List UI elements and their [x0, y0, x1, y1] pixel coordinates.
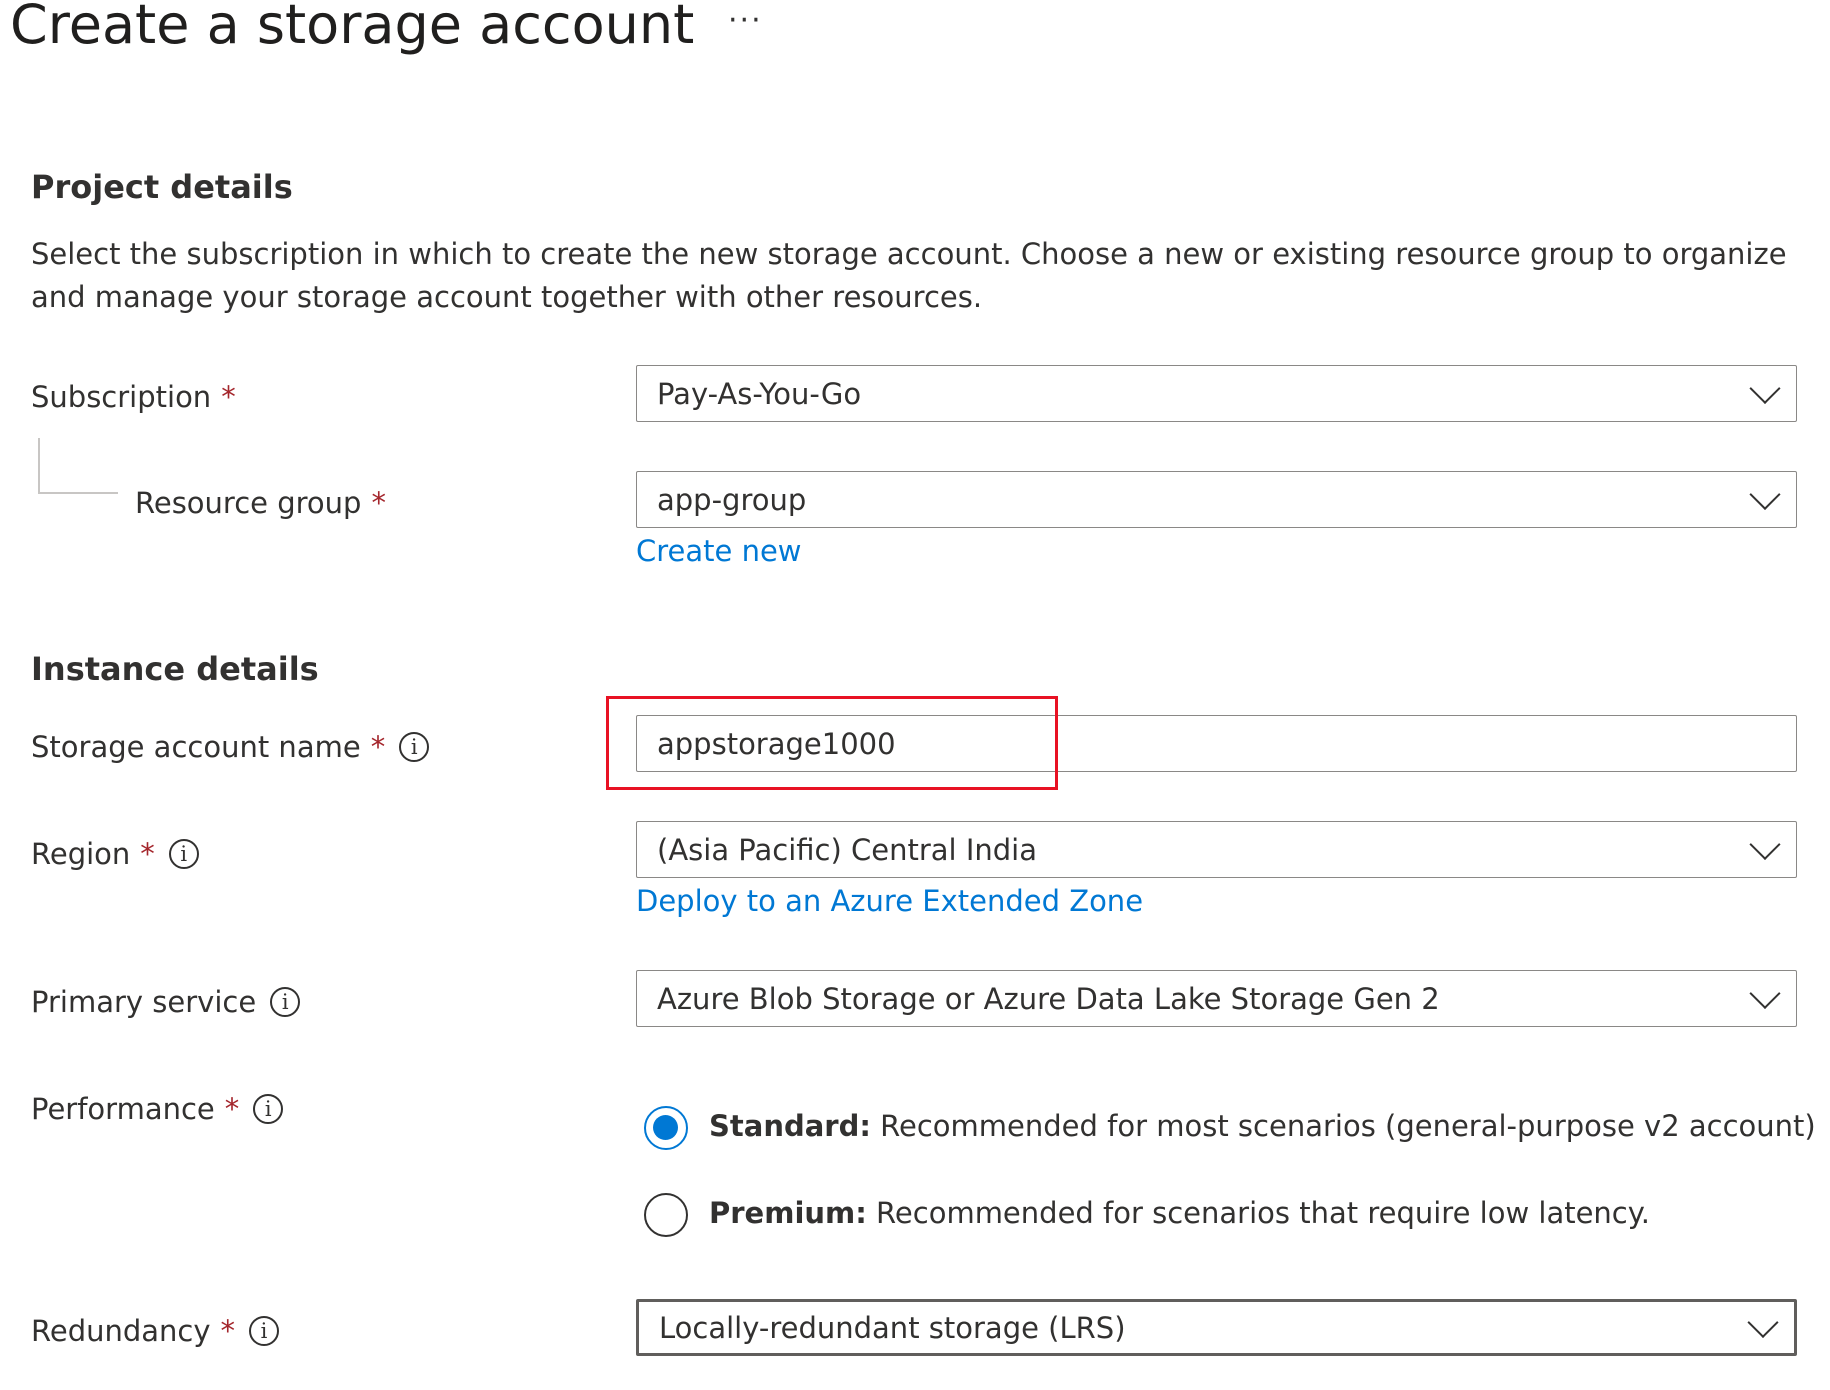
- performance-standard-label[interactable]: Standard: Recommended for most scenarios…: [709, 1109, 1816, 1143]
- redundancy-label: Redundancy * i: [31, 1314, 280, 1348]
- resource-group-value: app-group: [657, 482, 807, 517]
- performance-standard-name: Standard:: [709, 1109, 871, 1143]
- performance-label: Performance * i: [31, 1092, 284, 1126]
- project-details-heading: Project details: [31, 168, 293, 206]
- region-value: (Asia Pacific) Central India: [657, 832, 1037, 867]
- required-marker: *: [140, 837, 155, 871]
- chevron-down-icon: [1749, 828, 1781, 860]
- subscription-dropdown[interactable]: Pay-As-You-Go: [636, 365, 1797, 422]
- tree-connector-vertical: [38, 438, 40, 493]
- subscription-label-text: Subscription: [31, 380, 212, 414]
- info-icon[interactable]: i: [249, 1316, 280, 1346]
- primary-service-dropdown[interactable]: Azure Blob Storage or Azure Data Lake St…: [636, 970, 1797, 1027]
- info-icon[interactable]: i: [270, 987, 301, 1017]
- required-marker: *: [221, 380, 236, 414]
- deploy-extended-zone-link[interactable]: Deploy to an Azure Extended Zone: [636, 884, 1143, 918]
- required-marker: *: [371, 486, 386, 520]
- redundancy-label-text: Redundancy: [31, 1314, 211, 1348]
- more-options-icon[interactable]: ···: [728, 6, 763, 36]
- primary-service-label: Primary service i: [31, 985, 301, 1019]
- storage-account-name-label-text: Storage account name: [31, 730, 361, 764]
- performance-standard-desc: Recommended for most scenarios (general-…: [870, 1109, 1816, 1143]
- info-icon[interactable]: i: [168, 839, 199, 869]
- tree-connector-horizontal: [38, 492, 118, 494]
- info-icon[interactable]: i: [253, 1094, 284, 1124]
- page-title: Create a storage account: [10, 0, 695, 56]
- project-details-description: Select the subscription in which to crea…: [31, 237, 1787, 314]
- redundancy-dropdown[interactable]: Locally-redundant storage (LRS): [636, 1299, 1797, 1356]
- subscription-value: Pay-As-You-Go: [657, 376, 862, 411]
- storage-account-name-label: Storage account name * i: [31, 730, 430, 764]
- redundancy-value: Locally-redundant storage (LRS): [659, 1310, 1126, 1345]
- region-label: Region * i: [31, 837, 199, 871]
- performance-premium-desc: Recommended for scenarios that require l…: [866, 1196, 1650, 1230]
- region-label-text: Region: [31, 837, 131, 871]
- performance-standard-radio[interactable]: [644, 1106, 688, 1150]
- performance-premium-name: Premium:: [709, 1196, 867, 1230]
- required-marker: *: [220, 1314, 236, 1348]
- subscription-label: Subscription *: [31, 380, 236, 414]
- performance-label-text: Performance: [31, 1092, 215, 1126]
- performance-premium-radio[interactable]: [644, 1193, 688, 1237]
- info-icon[interactable]: i: [399, 732, 430, 762]
- instance-details-heading: Instance details: [31, 650, 319, 688]
- primary-service-value: Azure Blob Storage or Azure Data Lake St…: [657, 981, 1440, 1016]
- chevron-down-icon: [1749, 478, 1781, 510]
- chevron-down-icon: [1749, 977, 1781, 1009]
- resource-group-label-text: Resource group: [135, 486, 362, 520]
- primary-service-label-text: Primary service: [31, 985, 257, 1019]
- chevron-down-icon: [1749, 372, 1781, 404]
- region-dropdown[interactable]: (Asia Pacific) Central India: [636, 821, 1797, 878]
- chevron-down-icon: [1747, 1306, 1779, 1338]
- performance-premium-label[interactable]: Premium: Recommended for scenarios that …: [709, 1196, 1650, 1230]
- resource-group-dropdown[interactable]: app-group: [636, 471, 1797, 528]
- resource-group-label: Resource group *: [135, 486, 386, 520]
- required-marker: *: [370, 730, 386, 764]
- required-marker: *: [224, 1092, 240, 1126]
- create-new-resource-group-link[interactable]: Create new: [636, 534, 802, 568]
- highlight-annotation-box: [606, 696, 1058, 790]
